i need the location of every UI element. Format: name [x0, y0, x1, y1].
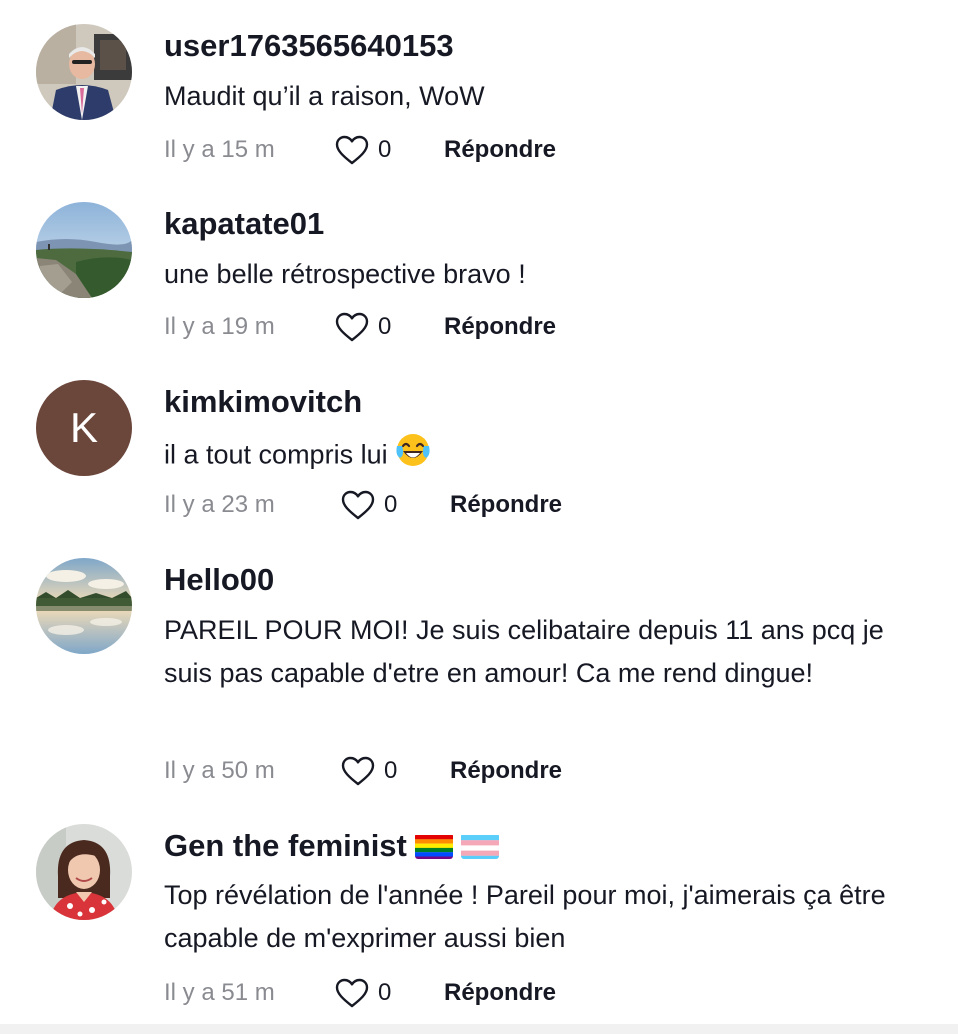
rainbow-flag-icon: [414, 833, 453, 859]
username-text[interactable]: Hello00: [164, 562, 274, 598]
like-count: 0: [378, 313, 392, 340]
comment-meta: Il y a 23 m 0 Répondre: [164, 485, 562, 525]
comment-timestamp: Il y a 19 m: [164, 313, 275, 340]
username-text[interactable]: Gen the feminist: [164, 828, 407, 864]
comment-text: PAREIL POUR MOI! Je suis celibataire dep…: [164, 615, 884, 688]
comment-username[interactable]: Hello00: [164, 560, 274, 600]
reply-button[interactable]: Répondre: [450, 491, 562, 519]
like-button[interactable]: 0: [334, 134, 444, 166]
reply-button[interactable]: Répondre: [444, 136, 556, 164]
comment-meta: Il y a 50 m 0 Répondre: [164, 751, 562, 791]
like-count: 0: [378, 136, 392, 163]
transgender-flag-icon: [460, 833, 499, 859]
comment-timestamp: Il y a 51 m: [164, 979, 275, 1006]
comment-text-content: il a tout compris lui: [164, 439, 388, 470]
comment-timestamp: Il y a 50 m: [164, 757, 275, 784]
avatar[interactable]: [36, 824, 132, 920]
comment-meta: Il y a 15 m 0 Répondre: [164, 130, 556, 170]
bottom-divider: [0, 1024, 958, 1034]
comment-meta: Il y a 19 m 0 Répondre: [164, 307, 556, 347]
like-button[interactable]: 0: [334, 977, 444, 1009]
comment-text: Maudit qu’il a raison, WoW: [164, 81, 485, 111]
like-button[interactable]: 0: [340, 489, 450, 521]
comment-username[interactable]: kapatate01: [164, 204, 324, 244]
comment-meta: Il y a 51 m 0 Répondre: [164, 973, 556, 1013]
avatar-letter: K: [69, 404, 98, 451]
comment-username[interactable]: kimkimovitch: [164, 382, 362, 422]
avatar[interactable]: K: [36, 380, 132, 476]
username-text[interactable]: user1763565640153: [164, 28, 454, 64]
heart-outline-icon[interactable]: [340, 489, 376, 521]
like-count: 0: [378, 979, 392, 1006]
comment-text: il a tout compris lui: [164, 431, 924, 482]
comment-text: Top révélation de l'année ! Pareil pour …: [164, 880, 886, 953]
like-button[interactable]: 0: [334, 311, 444, 343]
like-count: 0: [384, 491, 398, 518]
laughing-tears-emoji-icon: [394, 431, 432, 482]
heart-outline-icon[interactable]: [334, 311, 370, 343]
heart-outline-icon[interactable]: [334, 977, 370, 1009]
avatar[interactable]: [36, 202, 132, 298]
reply-button[interactable]: Répondre: [444, 313, 556, 341]
username-text[interactable]: kapatate01: [164, 206, 324, 242]
like-count: 0: [384, 757, 398, 784]
comment-timestamp: Il y a 15 m: [164, 136, 275, 163]
avatar[interactable]: [36, 24, 132, 120]
comment-text: une belle rétrospective bravo !: [164, 259, 526, 289]
comment-username[interactable]: user1763565640153: [164, 26, 454, 66]
comment-timestamp: Il y a 23 m: [164, 491, 275, 518]
avatar[interactable]: [36, 558, 132, 654]
heart-outline-icon[interactable]: [334, 134, 370, 166]
reply-button[interactable]: Répondre: [450, 757, 562, 785]
reply-button[interactable]: Répondre: [444, 979, 556, 1007]
comment-username[interactable]: Gen the feminist: [164, 826, 499, 866]
username-text[interactable]: kimkimovitch: [164, 384, 362, 420]
like-button[interactable]: 0: [340, 755, 450, 787]
heart-outline-icon[interactable]: [340, 755, 376, 787]
